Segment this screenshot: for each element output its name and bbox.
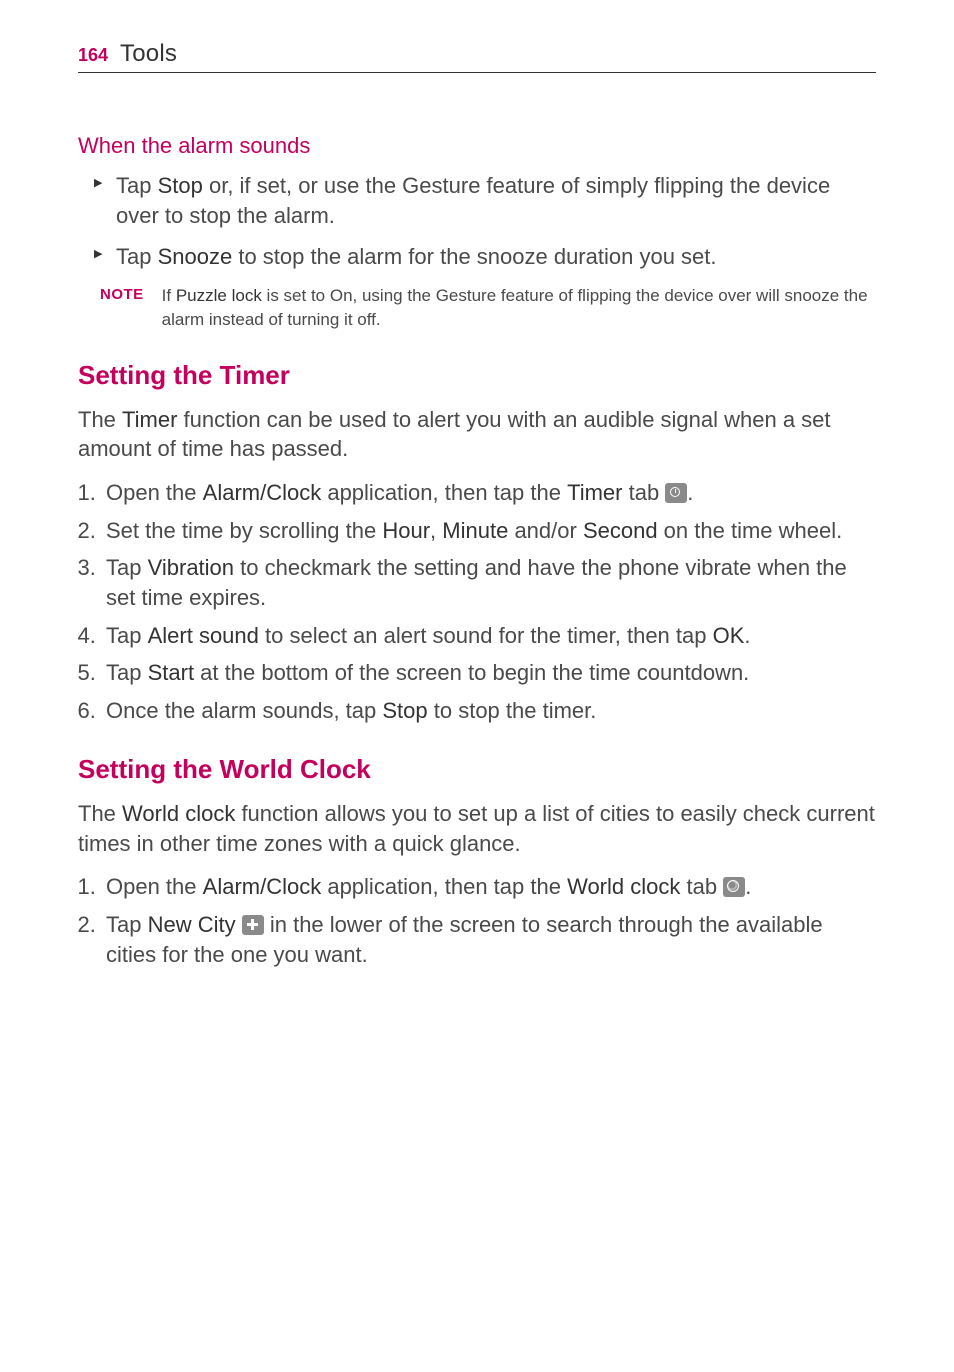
bold-text: Alarm/Clock <box>203 874 322 899</box>
note-block: NOTE If Puzzle lock is set to On, using … <box>100 284 876 332</box>
bold-text: Vibration <box>148 555 234 580</box>
subheading-alarm-sounds: When the alarm sounds <box>78 133 876 159</box>
text: or, if set, or use the Gesture feature o… <box>116 173 830 228</box>
bold-text: Minute <box>442 518 508 543</box>
note-text: If Puzzle lock is set to On, using the G… <box>162 284 876 332</box>
bold-text: Timer <box>567 480 622 505</box>
steps-list-timer: Open the Alarm/Clock application, then t… <box>78 478 876 726</box>
text: If <box>162 286 176 305</box>
bold-text: World clock <box>122 801 235 826</box>
text <box>236 912 242 937</box>
list-item: Tap Alert sound to select an alert sound… <box>102 621 876 651</box>
chapter-title: Tools <box>120 40 177 68</box>
text: is set to On, using the Gesture feature … <box>162 286 868 329</box>
page-number: 164 <box>78 45 108 66</box>
bullet-list: Tap Stop or, if set, or use the Gesture … <box>78 171 876 272</box>
bold-text: OK <box>713 623 745 648</box>
list-item: Open the Alarm/Clock application, then t… <box>102 872 876 902</box>
text: and/or <box>508 518 583 543</box>
text: Tap <box>106 555 148 580</box>
bold-text: Stop <box>382 698 427 723</box>
timer-icon <box>665 483 687 503</box>
text: . <box>687 480 693 505</box>
list-item: Once the alarm sounds, tap Stop to stop … <box>102 696 876 726</box>
text: function can be used to alert you with a… <box>78 407 831 462</box>
list-item: Tap Stop or, if set, or use the Gesture … <box>116 171 876 230</box>
bold-text: Snooze <box>158 244 233 269</box>
document-page: 164 Tools When the alarm sounds Tap Stop… <box>0 0 954 1043</box>
bold-text: Timer <box>122 407 177 432</box>
text: . <box>745 874 751 899</box>
bold-text: New City <box>148 912 236 937</box>
bold-text: Start <box>148 660 194 685</box>
text: , <box>430 518 442 543</box>
text: Open the <box>106 874 203 899</box>
list-item: Open the Alarm/Clock application, then t… <box>102 478 876 508</box>
list-item: Tap Snooze to stop the alarm for the sno… <box>116 242 876 272</box>
text: on the time wheel. <box>658 518 843 543</box>
bold-text: Second <box>583 518 658 543</box>
list-item: Tap New City in the lower of the screen … <box>102 910 876 969</box>
section-heading-timer: Setting the Timer <box>78 360 876 391</box>
text: Once the alarm sounds, tap <box>106 698 382 723</box>
text: to stop the alarm for the snooze duratio… <box>232 244 716 269</box>
text: The <box>78 801 122 826</box>
text: to stop the timer. <box>428 698 597 723</box>
text: Tap <box>106 623 148 648</box>
section-heading-world-clock: Setting the World Clock <box>78 754 876 785</box>
text: application, then tap the <box>321 480 567 505</box>
intro-paragraph: The Timer function can be used to alert … <box>78 405 876 464</box>
text: Tap <box>106 912 148 937</box>
list-item: Tap Start at the bottom of the screen to… <box>102 658 876 688</box>
text: to select an alert sound for the timer, … <box>259 623 713 648</box>
text: The <box>78 407 122 432</box>
text: application, then tap the <box>321 874 567 899</box>
steps-list-world-clock: Open the Alarm/Clock application, then t… <box>78 872 876 969</box>
bold-text: Alarm/Clock <box>203 480 322 505</box>
plus-icon <box>242 915 264 935</box>
text: tab <box>680 874 723 899</box>
text: . <box>744 623 750 648</box>
text: at the bottom of the screen to begin the… <box>194 660 749 685</box>
text: Tap <box>106 660 148 685</box>
note-label: NOTE <box>100 284 144 332</box>
list-item: Set the time by scrolling the Hour, Minu… <box>102 516 876 546</box>
bold-text: Hour <box>382 518 430 543</box>
intro-paragraph: The World clock function allows you to s… <box>78 799 876 858</box>
text: Tap <box>116 173 158 198</box>
text: tab <box>622 480 665 505</box>
bold-text: Stop <box>158 173 203 198</box>
text: Open the <box>106 480 203 505</box>
world-clock-icon <box>723 877 745 897</box>
bold-text: Alert sound <box>148 623 259 648</box>
page-header: 164 Tools <box>78 40 876 73</box>
bold-text: World clock <box>567 874 680 899</box>
text: Set the time by scrolling the <box>106 518 382 543</box>
text: Tap <box>116 244 158 269</box>
list-item: Tap Vibration to checkmark the setting a… <box>102 553 876 612</box>
bold-text: Puzzle lock <box>176 286 262 305</box>
